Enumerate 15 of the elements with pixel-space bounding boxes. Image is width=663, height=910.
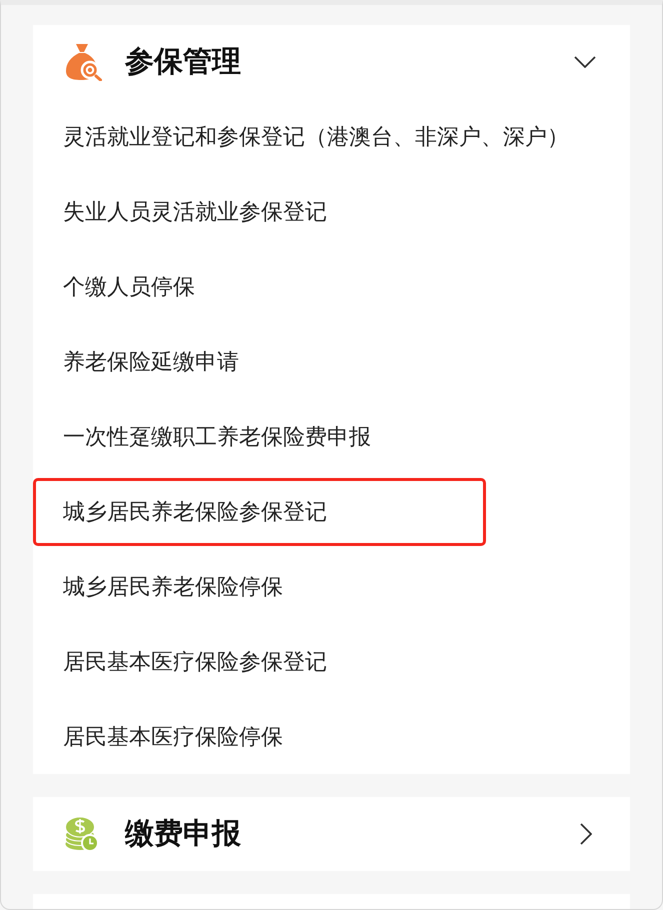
menu-item[interactable]: 一次性趸缴职工养老保险费申报 [33, 402, 401, 470]
money-bag-icon [65, 43, 102, 81]
menu-item[interactable]: 城乡居民养老保险参保登记 [33, 478, 486, 546]
menu-item[interactable]: 居民基本医疗保险参保登记 [33, 628, 357, 696]
menu-item[interactable]: 养老保险延缴申请 [33, 328, 269, 396]
coin-stack-clock-icon [65, 816, 99, 852]
chevron-down-icon[interactable] [574, 56, 596, 68]
section-title: 缴费申报 [125, 815, 241, 852]
chevron-right-icon[interactable] [580, 823, 592, 845]
menu-item[interactable]: 灵活就业登记和参保登记（港澳台、非深户、深户） [33, 102, 599, 170]
menu-item[interactable]: 失业人员灵活就业参保登记 [33, 178, 357, 246]
menu-item[interactable]: 个缴人员停保 [33, 252, 225, 320]
section-title: 参保管理 [125, 43, 241, 80]
menu-item[interactable]: 城乡居民养老保险停保 [33, 552, 313, 620]
menu-item[interactable]: 居民基本医疗保险停保 [33, 702, 313, 770]
